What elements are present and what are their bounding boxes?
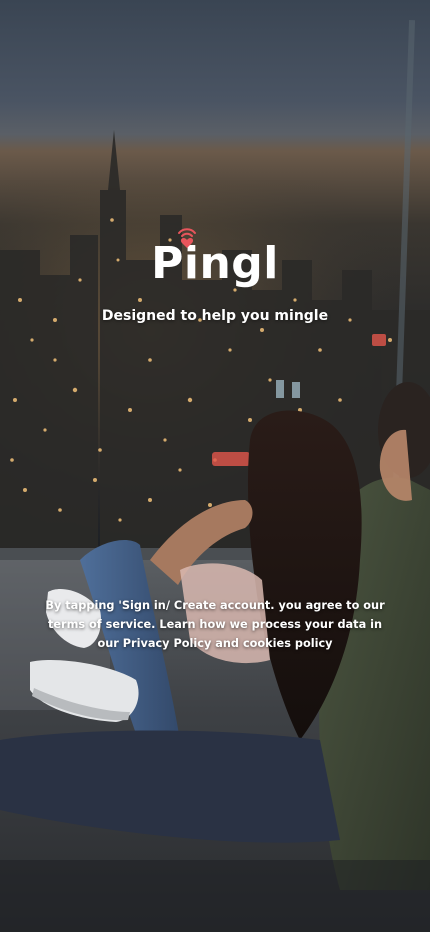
onboarding-screen: Pingl Designed to help you mingle By tap… [0,0,430,932]
app-title-text: Pingl [151,238,279,289]
tagline: Designed to help you mingle [101,308,329,324]
heart-signal-icon [178,228,197,248]
app-title: Pingl [151,226,279,302]
background-photo [0,0,430,932]
terms-disclaimer: By tapping 'Sign in/ Create account. you… [45,599,385,650]
logo: Pingl [0,226,430,302]
